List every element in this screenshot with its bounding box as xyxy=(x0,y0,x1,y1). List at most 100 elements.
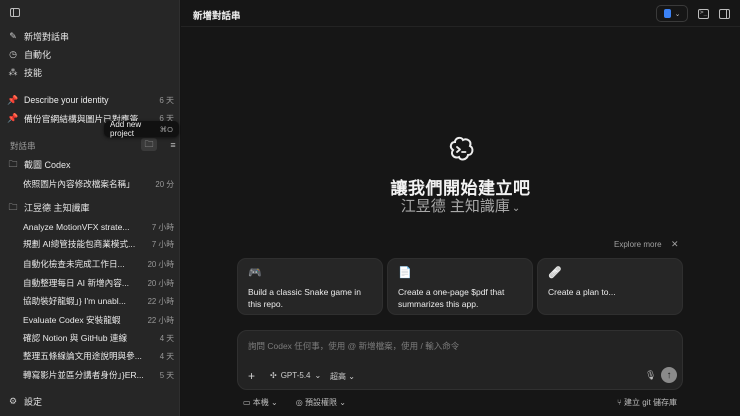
header-divider xyxy=(181,26,740,27)
nav-skills[interactable]: ⁂ 技能 xyxy=(8,64,174,80)
thread-time: 7 小時 xyxy=(151,222,174,232)
thread-item[interactable]: 自動化檢查未完成工作日... 20 小時 xyxy=(23,256,174,272)
close-icon[interactable]: ✕ xyxy=(671,239,679,250)
microphone-icon[interactable]: 🎙 xyxy=(645,370,656,381)
thread-item[interactable]: Evaluate Codex 安裝龍蝦 22 小時 xyxy=(23,312,174,328)
suggestion-text: Create a plan to... xyxy=(548,287,616,297)
suggestion-card[interactable]: 🎮 Build a classic Snake game in this rep… xyxy=(237,258,383,315)
thread-item[interactable]: 自動整理每日 AI 新增內容... 20 小時 xyxy=(23,275,174,291)
project-folder[interactable]: 🗀 江昱德 主知識庫 xyxy=(8,199,174,215)
thread-time: 20 小時 xyxy=(147,278,174,288)
chevron-down-icon: ⌄ xyxy=(674,10,681,18)
permissions-selector[interactable]: ◎ 預設權限 ⌄ xyxy=(296,397,346,408)
nav-automation[interactable]: ◷ 自動化 xyxy=(8,46,174,62)
suggestion-card[interactable]: 🩹 Create a plan to... xyxy=(537,258,683,315)
chevron-down-icon: ⌄ xyxy=(339,398,346,407)
skills-icon: ⁂ xyxy=(8,66,18,77)
reasoning-effort-selector[interactable]: 超高 ⌄ xyxy=(330,371,355,382)
tooltip: Add new project ⌘O xyxy=(104,120,179,138)
main-panel: 新增對話串 ⌄ 讓我們開始建立吧 江昱德 主知識庫⌄ Explore more … xyxy=(181,0,740,416)
settings-button[interactable]: ⚙ 設定 xyxy=(8,395,42,408)
thread-item[interactable]: 整理五條線論文用途說明與參... 4 天 xyxy=(23,348,174,364)
thread-item[interactable]: 依照圖片內容修改檔案名稱」 20 分 xyxy=(23,176,174,192)
thread-title: 自動化檢查未完成工作日... xyxy=(23,259,125,269)
shield-icon: ◎ xyxy=(295,398,303,407)
pinned-thread[interactable]: 📌 Describe your identity 6 天 xyxy=(7,92,174,108)
clock-icon: ◷ xyxy=(9,48,17,59)
thread-title: 確認 Notion 與 GitHub 連線 xyxy=(23,333,128,343)
prompt-input[interactable]: 詢問 Codex 任何事，使用 @ 新增檔案，使用 / 輸入命令 xyxy=(248,340,459,352)
filter-button[interactable]: ≡ xyxy=(165,138,181,151)
gear-icon: ⚙ xyxy=(8,396,18,406)
add-project-button[interactable]: 🗀 xyxy=(141,138,157,151)
thread-time: 6 天 xyxy=(159,95,174,105)
toggle-sidebar-icon[interactable] xyxy=(10,8,20,17)
composer: 詢問 Codex 任何事，使用 @ 新增檔案，使用 / 輸入命令 + ✣ GPT… xyxy=(237,330,683,390)
gamepad-icon: 🎮 xyxy=(248,267,262,279)
chevron-down-icon: ⌄ xyxy=(271,398,278,407)
laptop-icon: ▭ xyxy=(243,398,251,407)
thread-time: 22 小時 xyxy=(147,296,174,306)
thread-item[interactable]: Analyze MotionVFX strate... 7 小時 xyxy=(23,219,174,235)
suggestion-text: Create a one-page $pdf that summarizes t… xyxy=(398,287,505,309)
send-button[interactable]: ↑ xyxy=(661,367,677,383)
thread-item[interactable]: 確認 Notion 與 GitHub 連線 4 天 xyxy=(23,330,174,346)
pin-icon: 📌 xyxy=(7,112,19,123)
model-selector[interactable]: ✣ GPT-5.4 ⌄ xyxy=(270,371,321,380)
local-label: 本機 xyxy=(252,398,269,407)
explore-more-link[interactable]: Explore more xyxy=(614,240,662,249)
project-selector[interactable]: 江昱德 主知識庫 ⌄ xyxy=(181,195,740,216)
chevron-down-icon: ⌄ xyxy=(348,372,355,381)
tooltip-shortcut: ⌘O xyxy=(159,124,173,134)
thread-title: 規劃 AI總管技能包商業模式... xyxy=(23,239,136,249)
model-name: GPT-5.4 xyxy=(280,371,311,380)
pin-icon: 📌 xyxy=(7,94,19,105)
add-attachment-button[interactable]: + xyxy=(248,369,255,383)
thread-title: 協助裝好龍蝦」} I'm unabl... xyxy=(23,296,126,306)
thread-title: 整理五條線論文用途說明與參... xyxy=(23,351,142,361)
toggle-panel-icon[interactable] xyxy=(719,8,730,19)
pdf-icon: 📄 xyxy=(398,267,412,279)
folder-icon: 🗀 xyxy=(8,158,18,169)
branch-icon: ⑂ xyxy=(617,398,622,407)
local-environment-selector[interactable]: ▭ 本機 ⌄ xyxy=(243,397,278,408)
permissions-label: 預設權限 xyxy=(304,398,337,407)
thread-item[interactable]: 轉寫影片並區分講者身份」}ER... 5 天 xyxy=(23,367,174,383)
thread-title: 自動整理每日 AI 新增內容... xyxy=(23,278,129,288)
terminal-icon[interactable] xyxy=(698,8,709,19)
arrow-up-icon: ↑ xyxy=(666,369,672,381)
project-folder[interactable]: 🗀 截圖 Codex xyxy=(8,156,174,172)
chevron-down-icon: ⌄ xyxy=(511,203,521,214)
threads-section-label: 對話串 xyxy=(10,141,36,151)
sparkle-icon: ✣ xyxy=(270,371,277,380)
thread-time: 4 天 xyxy=(159,333,174,343)
folder-plus-icon: 🗀 xyxy=(144,138,154,149)
create-git-repo-button[interactable]: ⑂ 建立 git 儲存庫 xyxy=(617,397,677,408)
sidebar: ✎ 新增對話串 ◷ 自動化 ⁂ 技能 📌 Describe your ident… xyxy=(0,0,180,416)
thread-time: 5 天 xyxy=(159,370,174,380)
thread-title: Describe your identity xyxy=(24,95,109,105)
thread-title: Evaluate Codex 安裝龍蝦 xyxy=(23,315,121,325)
folder-icon: 🗀 xyxy=(8,201,18,212)
folder-name: 截圖 Codex xyxy=(24,159,71,170)
nav-label: 新增對話串 xyxy=(24,31,70,42)
nav-new-thread[interactable]: ✎ 新增對話串 xyxy=(8,28,174,44)
app-icon xyxy=(663,9,671,18)
thread-time: 22 小時 xyxy=(147,315,174,325)
settings-label: 設定 xyxy=(24,397,43,407)
nav-label: 自動化 xyxy=(24,49,52,60)
effort-label: 超高 xyxy=(330,372,346,381)
chevron-down-icon: ⌄ xyxy=(314,371,322,380)
suggestion-text: Build a classic Snake game in this repo. xyxy=(248,287,361,309)
open-in-app-dropdown[interactable]: ⌄ xyxy=(656,5,688,22)
filter-icon: ≡ xyxy=(170,139,176,150)
suggestion-card[interactable]: 📄 Create a one-page $pdf that summarizes… xyxy=(387,258,533,315)
thread-time: 20 分 xyxy=(155,179,174,189)
thread-item[interactable]: 規劃 AI總管技能包商業模式... 7 小時 xyxy=(23,236,174,252)
thread-title: Analyze MotionVFX strate... xyxy=(23,222,130,232)
thread-item[interactable]: 協助裝好龍蝦」} I'm unabl... 22 小時 xyxy=(23,293,174,309)
thread-time: 7 小時 xyxy=(151,239,174,249)
tooltip-text: Add new project xyxy=(110,120,142,138)
thread-time: 20 小時 xyxy=(147,259,174,269)
page-title: 新增對話串 xyxy=(193,11,241,22)
